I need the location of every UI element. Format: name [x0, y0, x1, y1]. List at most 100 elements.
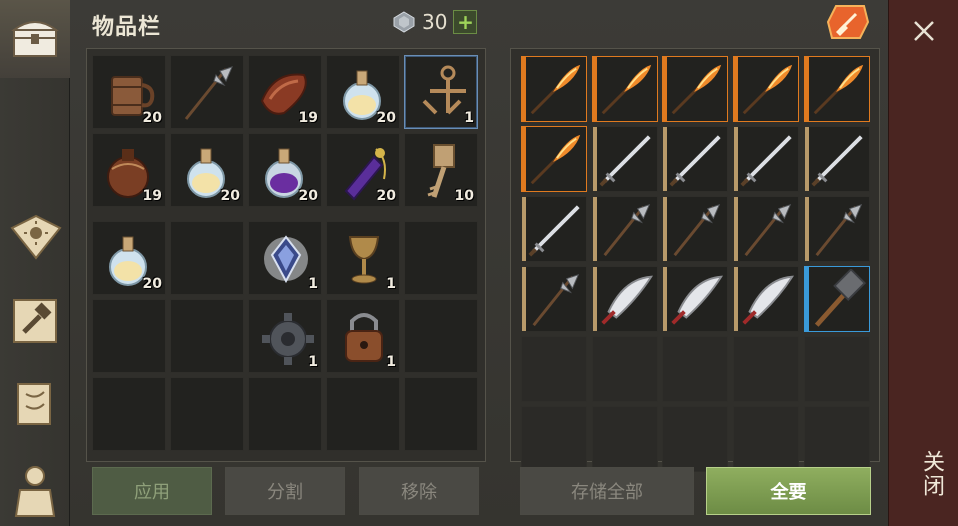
empty-inventory-slot[interactable]: [326, 377, 400, 451]
rail-active-tab[interactable]: [0, 0, 70, 78]
long-sword-icon: [599, 135, 651, 187]
storage-slot[interactable]: [804, 56, 870, 122]
storage-slot[interactable]: [662, 266, 728, 332]
inventory-slot[interactable]: 19: [248, 55, 322, 129]
storage-slot[interactable]: [521, 266, 587, 332]
character-icon[interactable]: [6, 460, 64, 518]
halberd-icon: [532, 274, 580, 327]
storage-slot[interactable]: [592, 126, 658, 192]
item-count: 1: [308, 276, 318, 292]
scroll-map-icon[interactable]: [6, 376, 64, 434]
storage-slot[interactable]: [662, 56, 728, 122]
inventory-slot[interactable]: 20: [92, 221, 166, 295]
storage-slot[interactable]: [592, 266, 658, 332]
storage-slot[interactable]: [521, 196, 587, 262]
item-count: 1: [308, 354, 318, 370]
storage-slot[interactable]: [733, 56, 799, 122]
item-count: 1: [386, 276, 396, 292]
remove-button[interactable]: 移除: [359, 467, 479, 515]
empty-storage-slot[interactable]: [804, 406, 870, 472]
long-sword-icon: [528, 205, 580, 257]
long-sword-icon: [740, 135, 792, 187]
close-rail[interactable]: [888, 0, 958, 526]
fire-spear-icon: [813, 64, 864, 115]
store-all-button[interactable]: 存储全部: [520, 467, 694, 515]
apply-button[interactable]: 应用: [92, 467, 212, 515]
inventory-slot[interactable]: 10: [404, 133, 478, 207]
item-count: 1: [464, 110, 474, 126]
storage-slot[interactable]: [804, 126, 870, 192]
item-count: 10: [454, 188, 474, 204]
crafting-hammer-icon[interactable]: [6, 292, 64, 350]
item-count: 20: [298, 188, 318, 204]
item-count: 1: [386, 354, 396, 370]
sun-book-icon[interactable]: [6, 208, 64, 266]
inventory-slot[interactable]: 20: [170, 133, 244, 207]
inventory-slot[interactable]: 20: [248, 133, 322, 207]
inventory-slot[interactable]: 1: [404, 55, 478, 129]
gem-count: 30: [422, 10, 448, 34]
empty-storage-slot[interactable]: [733, 336, 799, 402]
empty-storage-slot[interactable]: [662, 406, 728, 472]
empty-storage-slot[interactable]: [521, 336, 587, 402]
inventory-slot[interactable]: 1: [326, 221, 400, 295]
currency-display: 30 +: [392, 10, 478, 34]
inventory-slot[interactable]: 1: [326, 299, 400, 373]
scimitar-icon: [671, 275, 724, 325]
storage-slot[interactable]: [592, 196, 658, 262]
empty-inventory-slot[interactable]: [92, 377, 166, 451]
scimitar-icon: [742, 275, 795, 325]
empty-inventory-slot[interactable]: [404, 221, 478, 295]
sort-broom-icon[interactable]: [826, 2, 870, 42]
storage-slot[interactable]: [804, 196, 870, 262]
storage-slot[interactable]: [521, 56, 587, 122]
empty-inventory-slot[interactable]: [92, 299, 166, 373]
empty-inventory-slot[interactable]: [404, 299, 478, 373]
take-all-button[interactable]: 全要: [706, 467, 871, 515]
storage-slot[interactable]: [733, 266, 799, 332]
empty-storage-slot[interactable]: [521, 406, 587, 472]
item-count: 20: [142, 276, 162, 292]
inventory-slot[interactable]: 1: [248, 299, 322, 373]
storage-slot[interactable]: [662, 196, 728, 262]
inventory-slot[interactable]: 1: [248, 221, 322, 295]
add-currency-button[interactable]: +: [453, 10, 478, 34]
empty-storage-slot[interactable]: [592, 336, 658, 402]
storage-slot[interactable]: [521, 126, 587, 192]
side-nav-rail: [0, 0, 70, 526]
close-label[interactable]: 关闭: [915, 450, 947, 498]
gem-icon: [393, 11, 415, 33]
split-button[interactable]: 分割: [225, 467, 345, 515]
empty-storage-slot[interactable]: [804, 336, 870, 402]
empty-inventory-slot[interactable]: [248, 377, 322, 451]
item-count: 19: [298, 110, 318, 126]
empty-storage-slot[interactable]: [733, 406, 799, 472]
item-count: 20: [142, 110, 162, 126]
empty-inventory-slot[interactable]: [170, 221, 244, 295]
item-count: 20: [376, 110, 396, 126]
page-title: 物品栏: [92, 15, 162, 40]
item-count: 19: [142, 188, 162, 204]
long-sword-icon: [669, 135, 721, 187]
empty-inventory-slot[interactable]: [170, 377, 244, 451]
halberd-icon: [184, 66, 233, 120]
halberd-icon: [744, 204, 792, 257]
storage-slot[interactable]: [592, 56, 658, 122]
inventory-slot[interactable]: 20: [92, 55, 166, 129]
inventory-slot[interactable]: [170, 55, 244, 129]
empty-inventory-slot[interactable]: [170, 299, 244, 373]
empty-storage-slot[interactable]: [592, 406, 658, 472]
close-icon[interactable]: [909, 16, 939, 46]
inventory-slot[interactable]: 20: [326, 55, 400, 129]
storage-slot[interactable]: [733, 126, 799, 192]
empty-storage-slot[interactable]: [662, 336, 728, 402]
storage-slot[interactable]: [733, 196, 799, 262]
storage-slot[interactable]: [804, 266, 870, 332]
empty-inventory-slot[interactable]: [404, 377, 478, 451]
fire-spear-icon: [671, 64, 722, 115]
inventory-slot[interactable]: 20: [326, 133, 400, 207]
halberd-icon: [603, 204, 651, 257]
storage-slot[interactable]: [662, 126, 728, 192]
inventory-slot[interactable]: 19: [92, 133, 166, 207]
chest-icon: [11, 21, 59, 57]
